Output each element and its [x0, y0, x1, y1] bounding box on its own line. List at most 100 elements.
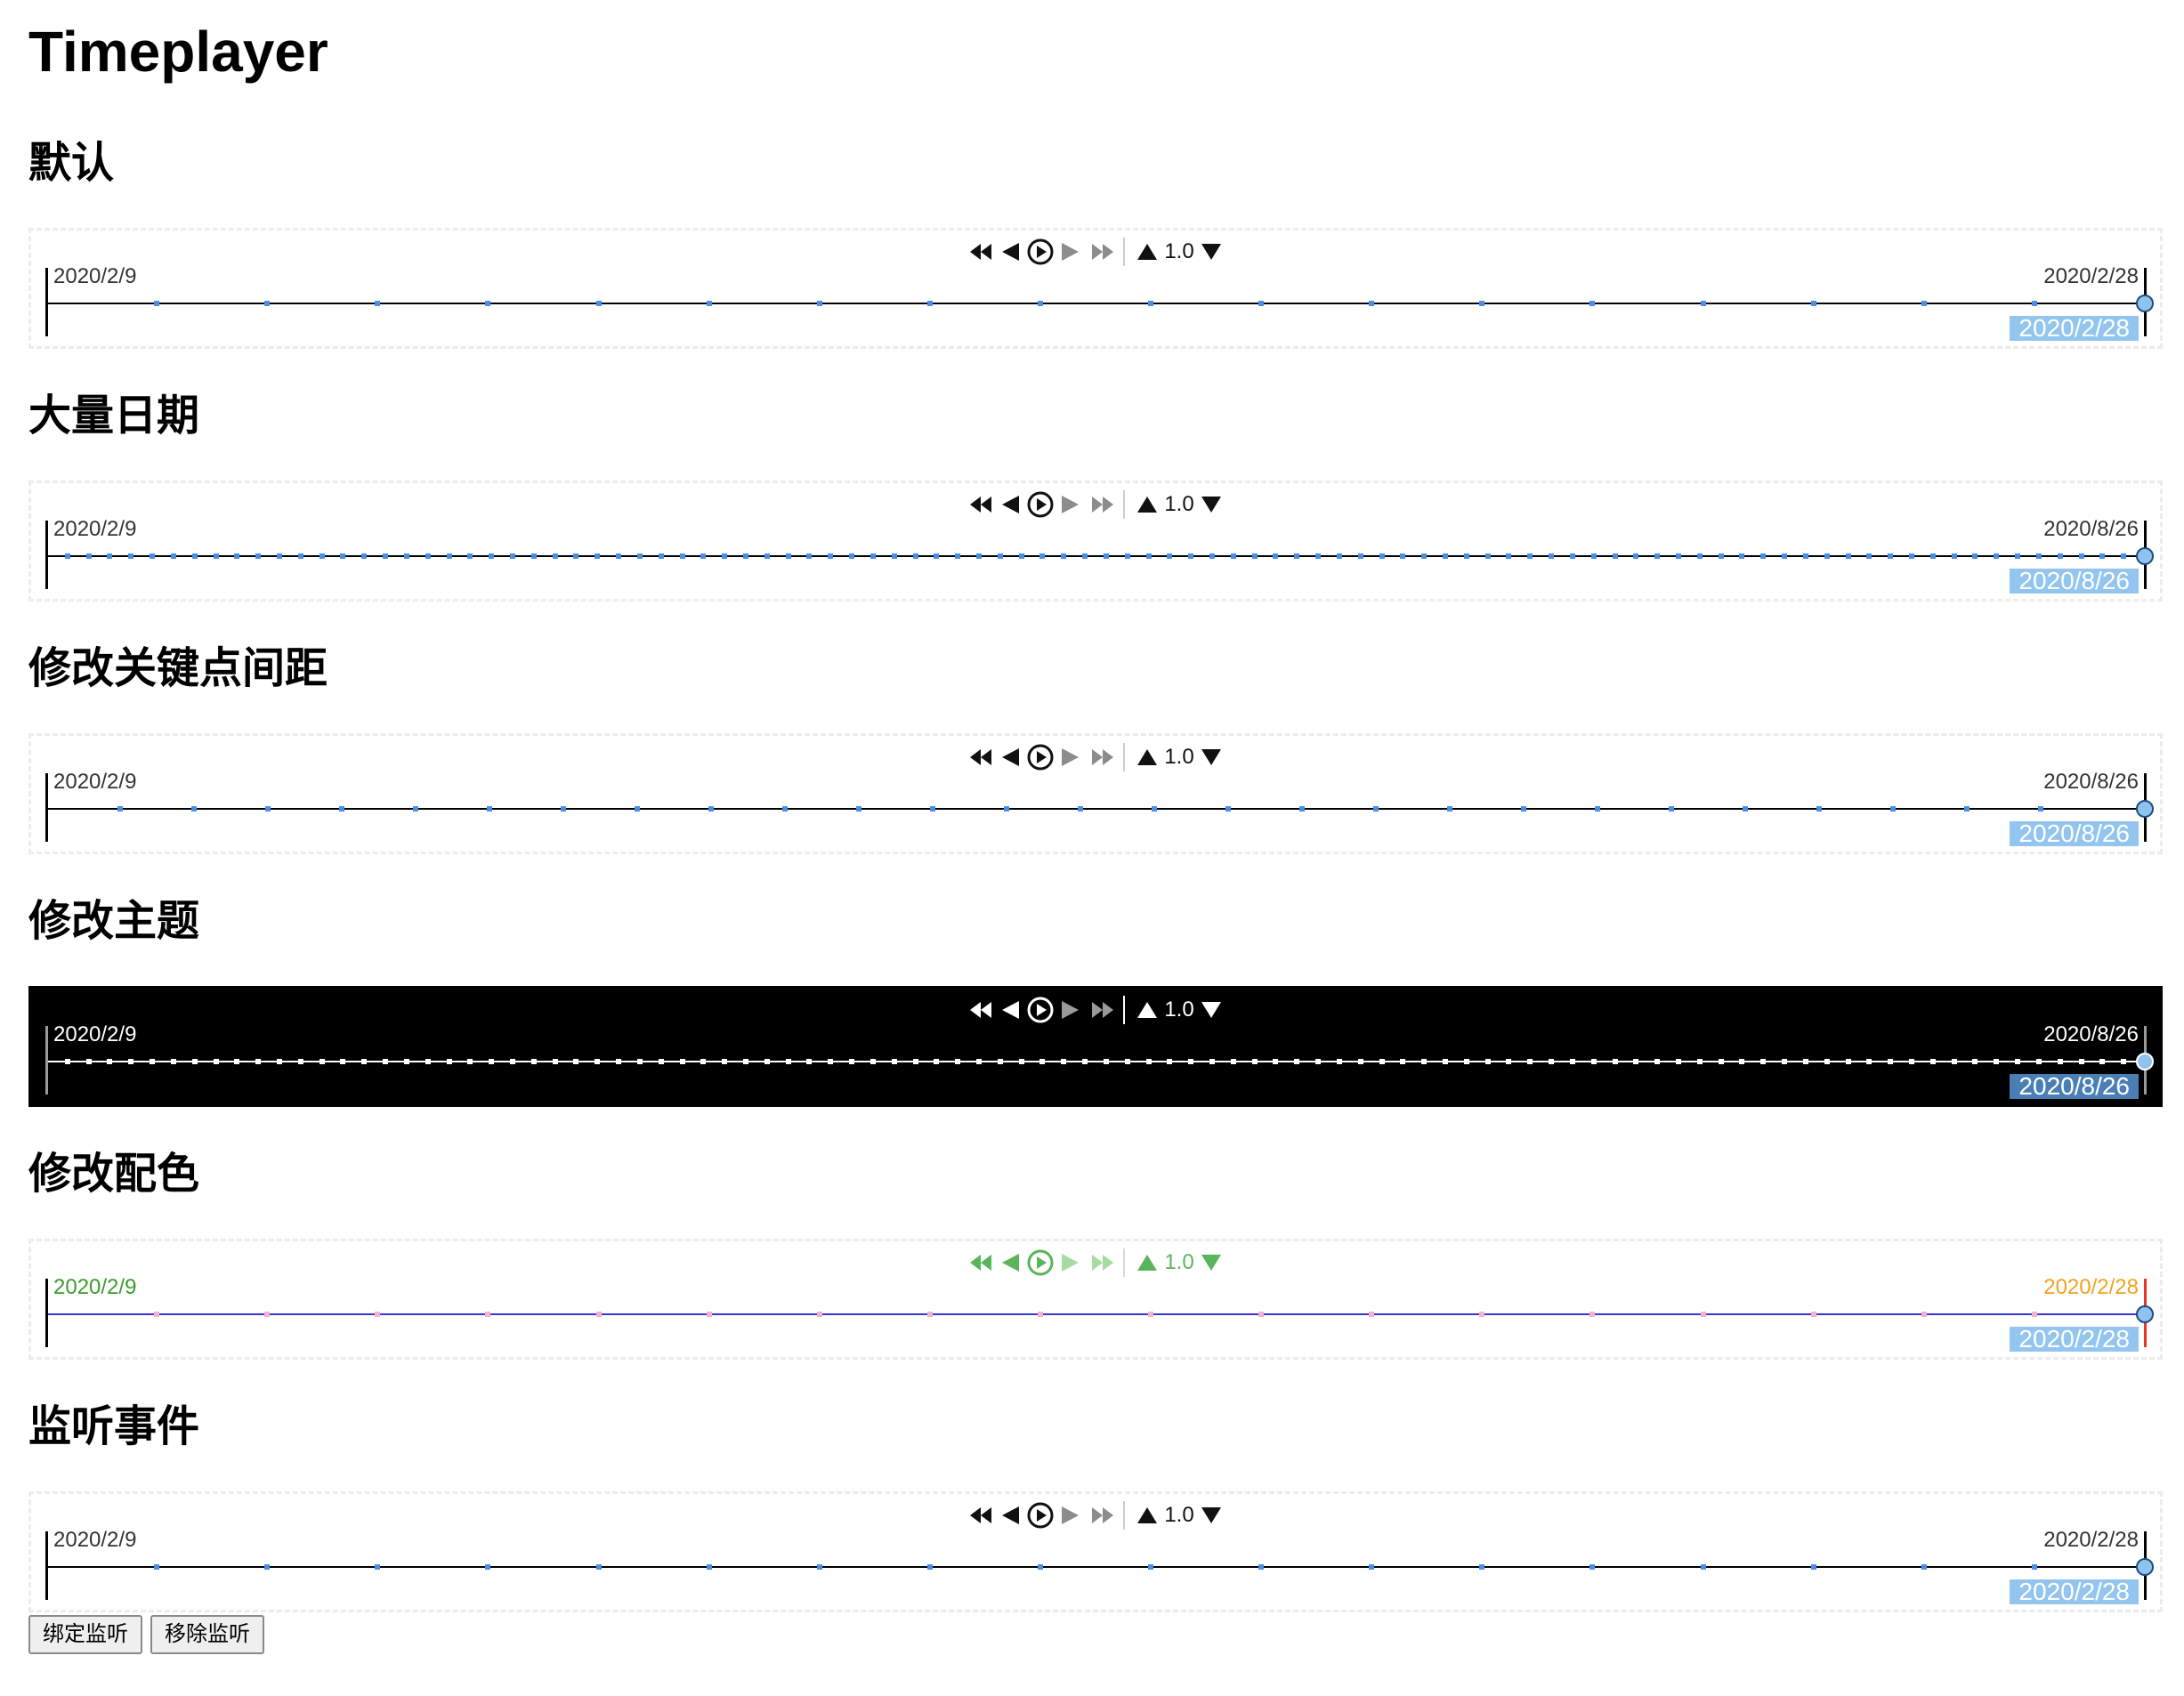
keypoint-tick[interactable]	[1078, 806, 1083, 812]
keypoint-tick[interactable]	[487, 806, 492, 812]
keypoint-tick[interactable]	[1739, 1059, 1745, 1064]
keypoint-tick[interactable]	[1369, 1564, 1375, 1570]
keypoint-tick[interactable]	[1676, 553, 1681, 559]
keypoint-tick[interactable]	[1845, 553, 1851, 559]
keypoint-tick[interactable]	[658, 1059, 664, 1064]
keypoint-tick[interactable]	[2031, 1312, 2037, 1317]
step-back-button[interactable]	[1002, 1501, 1019, 1530]
keypoint-tick[interactable]	[154, 1564, 160, 1570]
keypoint-tick[interactable]	[1810, 1312, 1816, 1317]
keypoint-tick[interactable]	[1760, 1059, 1767, 1064]
timeline-pointer-handle[interactable]	[2136, 547, 2154, 565]
keypoint-tick[interactable]	[1018, 1059, 1024, 1064]
keypoint-tick[interactable]	[1167, 1059, 1173, 1064]
keypoint-tick[interactable]	[264, 1312, 271, 1317]
keypoint-tick[interactable]	[191, 553, 198, 559]
keypoint-tick[interactable]	[912, 553, 918, 559]
keypoint-tick[interactable]	[1258, 1312, 1265, 1317]
keypoint-tick[interactable]	[1521, 806, 1526, 812]
keypoint-tick[interactable]	[636, 553, 643, 559]
keypoint-tick[interactable]	[1590, 553, 1597, 559]
keypoint-tick[interactable]	[1357, 553, 1363, 559]
keypoint-tick[interactable]	[276, 553, 282, 559]
keypoint-tick[interactable]	[785, 1059, 791, 1064]
keypoint-tick[interactable]	[955, 1059, 961, 1064]
keypoint-tick[interactable]	[485, 1564, 491, 1570]
keypoint-tick[interactable]	[1103, 553, 1109, 559]
keypoint-tick[interactable]	[1929, 1059, 1936, 1064]
step-forward-button[interactable]	[1062, 1501, 1079, 1530]
keypoint-tick[interactable]	[1594, 806, 1600, 812]
keypoint-tick[interactable]	[856, 806, 861, 812]
keypoint-tick[interactable]	[467, 553, 473, 559]
keypoint-tick[interactable]	[467, 1059, 473, 1064]
skip-to-end-button[interactable]	[1092, 238, 1113, 266]
keypoint-tick[interactable]	[1209, 553, 1215, 559]
keypoint-tick[interactable]	[806, 1059, 813, 1064]
keypoint-tick[interactable]	[375, 1564, 381, 1570]
keypoint-tick[interactable]	[1230, 553, 1236, 559]
keypoint-tick[interactable]	[891, 1059, 897, 1064]
keypoint-tick[interactable]	[2015, 1059, 2021, 1064]
keypoint-tick[interactable]	[930, 806, 935, 812]
keypoint-tick[interactable]	[679, 553, 685, 559]
keypoint-tick[interactable]	[2057, 553, 2063, 559]
keypoint-tick[interactable]	[816, 301, 822, 306]
keypoint-tick[interactable]	[276, 1059, 282, 1064]
keypoint-tick[interactable]	[700, 553, 707, 559]
keypoint-tick[interactable]	[806, 553, 813, 559]
keypoint-tick[interactable]	[530, 553, 537, 559]
keypoint-tick[interactable]	[2121, 553, 2127, 559]
keypoint-tick[interactable]	[1951, 1059, 1957, 1064]
keypoint-tick[interactable]	[1145, 1059, 1152, 1064]
keypoint-tick[interactable]	[1167, 553, 1173, 559]
keypoint-tick[interactable]	[1760, 553, 1767, 559]
keypoint-tick[interactable]	[1039, 1059, 1046, 1064]
play-button[interactable]	[1027, 1501, 1054, 1530]
keypoint-tick[interactable]	[107, 553, 113, 559]
keypoint-tick[interactable]	[1810, 1564, 1816, 1570]
keypoint-tick[interactable]	[1888, 1059, 1894, 1064]
keypoint-tick[interactable]	[1612, 1059, 1618, 1064]
keypoint-tick[interactable]	[485, 1312, 491, 1317]
keypoint-tick[interactable]	[234, 1059, 240, 1064]
keypoint-tick[interactable]	[1908, 1059, 1914, 1064]
keypoint-tick[interactable]	[595, 1564, 602, 1570]
keypoint-tick[interactable]	[446, 553, 452, 559]
keypoint-tick[interactable]	[1082, 1059, 1088, 1064]
keypoint-tick[interactable]	[1421, 553, 1428, 559]
keypoint-tick[interactable]	[1294, 553, 1300, 559]
keypoint-tick[interactable]	[1336, 1059, 1342, 1064]
play-button[interactable]	[1027, 743, 1054, 771]
keypoint-tick[interactable]	[1824, 1059, 1830, 1064]
keypoint-tick[interactable]	[1148, 301, 1154, 306]
keypoint-tick[interactable]	[1400, 1059, 1406, 1064]
timeline-track[interactable]	[45, 1026, 2154, 1094]
speed-down-button[interactable]	[1201, 1501, 1221, 1530]
keypoint-tick[interactable]	[1124, 553, 1130, 559]
keypoint-tick[interactable]	[1782, 553, 1788, 559]
skip-to-end-button[interactable]	[1092, 1501, 1113, 1530]
keypoint-tick[interactable]	[413, 806, 418, 812]
keypoint-tick[interactable]	[339, 806, 344, 812]
keypoint-tick[interactable]	[1230, 1059, 1236, 1064]
keypoint-tick[interactable]	[1209, 1059, 1215, 1064]
step-back-button[interactable]	[1002, 1248, 1019, 1277]
skip-to-end-button[interactable]	[1092, 996, 1113, 1024]
keypoint-tick[interactable]	[975, 1059, 982, 1064]
timeline-pointer-handle[interactable]	[2136, 1053, 2154, 1070]
keypoint-tick[interactable]	[107, 1059, 113, 1064]
keypoint-tick[interactable]	[1225, 806, 1231, 812]
keypoint-tick[interactable]	[64, 553, 70, 559]
keypoint-tick[interactable]	[1696, 1059, 1703, 1064]
skip-to-end-button[interactable]	[1092, 743, 1113, 771]
keypoint-tick[interactable]	[128, 1059, 134, 1064]
keypoint-tick[interactable]	[1718, 1059, 1724, 1064]
keypoint-tick[interactable]	[191, 806, 197, 812]
timeline-pointer-handle[interactable]	[2136, 800, 2154, 818]
keypoint-tick[interactable]	[234, 553, 240, 559]
keypoint-tick[interactable]	[1633, 553, 1639, 559]
keypoint-tick[interactable]	[997, 553, 1003, 559]
keypoint-tick[interactable]	[2078, 1059, 2084, 1064]
keypoint-tick[interactable]	[1148, 1564, 1154, 1570]
